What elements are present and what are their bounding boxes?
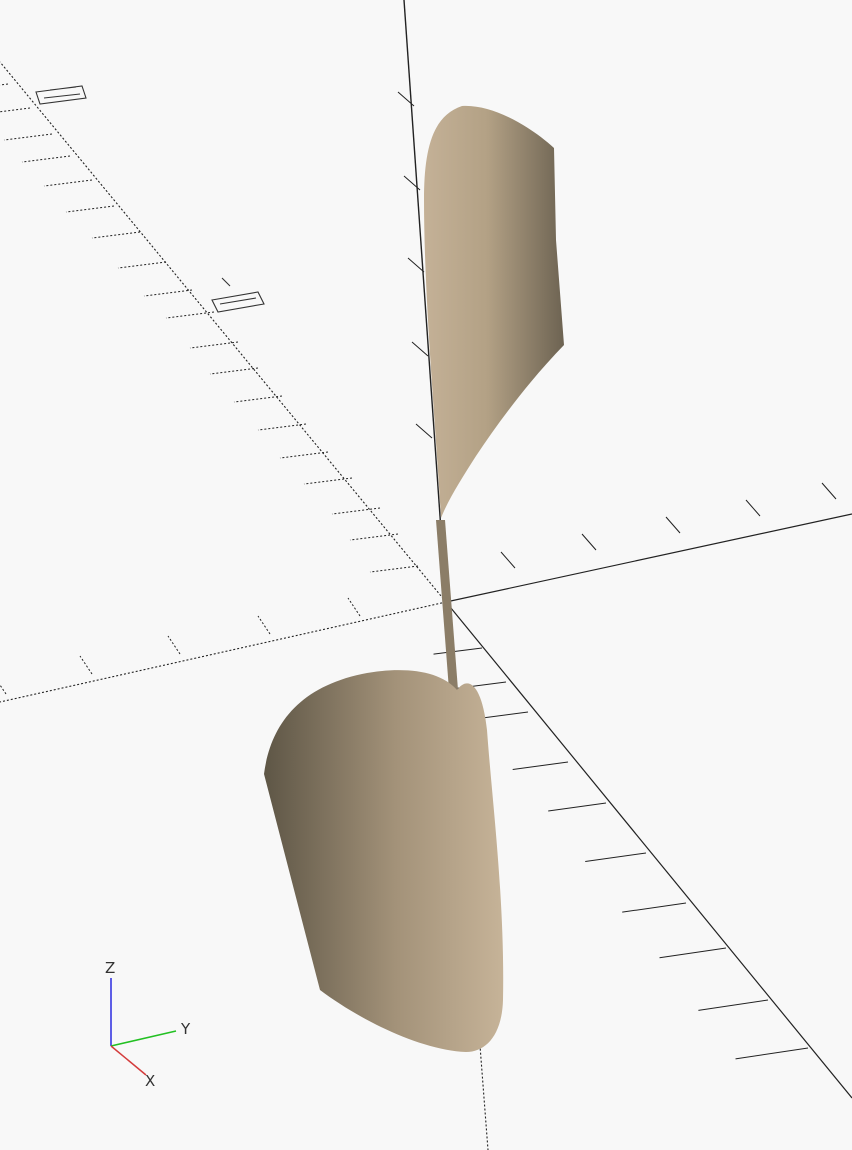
indicator-z-label: Z [105, 959, 115, 977]
indicator-x-label: X [145, 1072, 155, 1090]
3d-viewport[interactable]: Z Y X [0, 0, 852, 1150]
indicator-y-label: Y [180, 1020, 191, 1038]
